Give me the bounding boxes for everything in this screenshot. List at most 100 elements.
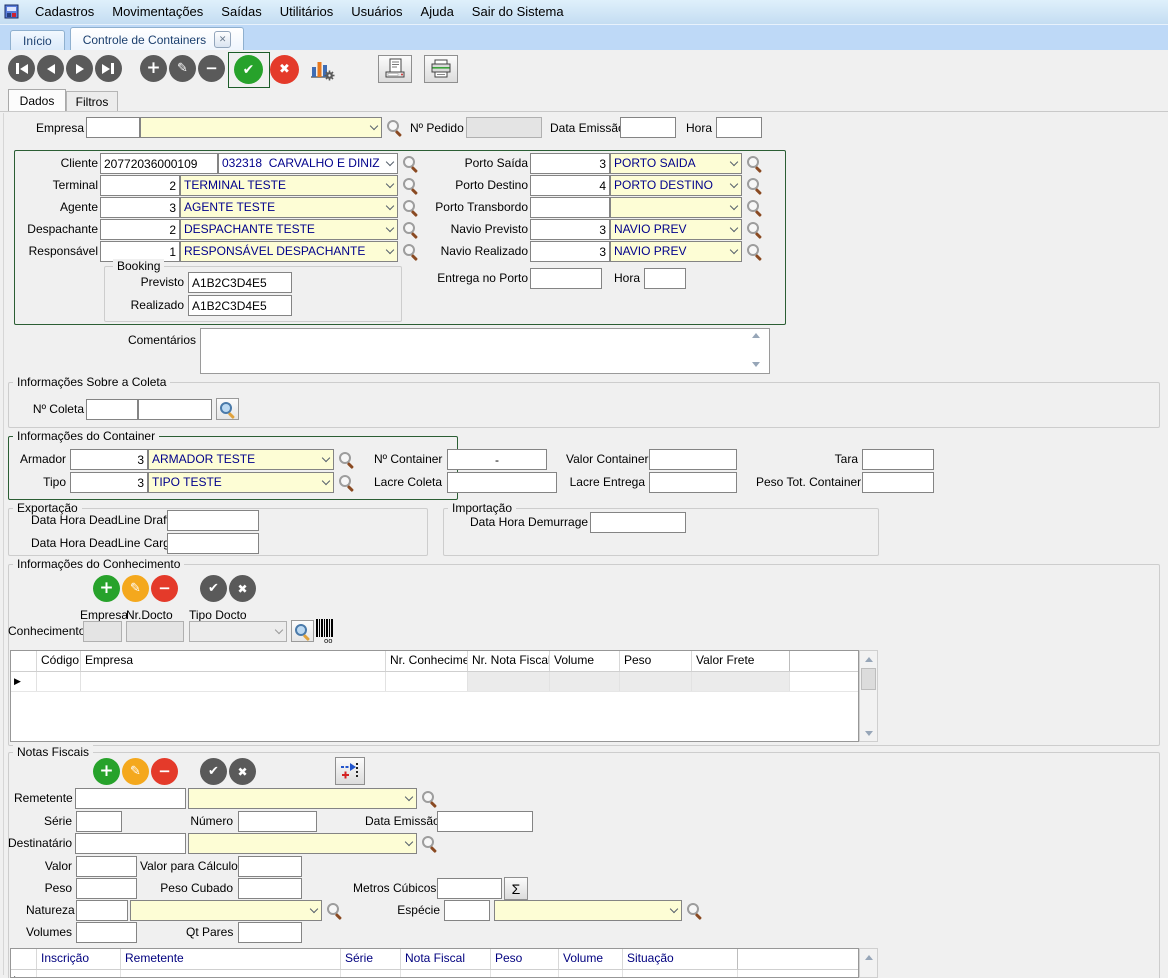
scroll-up-icon[interactable] [752, 333, 760, 338]
entrega-hora-input[interactable] [644, 268, 686, 289]
porto-destino-search-icon[interactable] [746, 177, 764, 195]
natureza-search-icon[interactable] [326, 902, 344, 920]
scrollbar-up-icon[interactable] [860, 949, 877, 965]
natureza-combo[interactable] [130, 900, 322, 921]
remetente-code-input[interactable] [75, 788, 186, 809]
chevron-down-icon[interactable] [726, 242, 741, 261]
comentarios-textarea[interactable] [200, 328, 770, 374]
n-container-input[interactable] [447, 449, 547, 470]
chevron-down-icon[interactable] [318, 473, 333, 492]
porto-transbordo-combo[interactable] [610, 197, 742, 218]
menu-item-sair[interactable]: Sair do Sistema [463, 0, 573, 24]
notas-cancel-button[interactable]: ✖ [229, 758, 256, 785]
scrollbar-thumb[interactable] [861, 668, 876, 690]
nav-last-button[interactable] [95, 55, 122, 82]
table-row[interactable]: ▶ [11, 672, 858, 692]
porto-saida-code-input[interactable] [530, 153, 610, 174]
tara-input[interactable] [862, 449, 934, 470]
notas-grid-scrollbar[interactable] [859, 948, 878, 978]
lacre-entrega-input[interactable] [649, 472, 737, 493]
menu-item-cadastros[interactable]: Cadastros [26, 0, 103, 24]
porto-saida-combo[interactable]: PORTO SAIDA [610, 153, 742, 174]
tab-dados[interactable]: Dados [8, 89, 66, 111]
notas-grid[interactable]: Inscrição Remetente Série Nota Fiscal Pe… [10, 948, 859, 978]
menu-item-usuarios[interactable]: Usuários [342, 0, 411, 24]
especie-code-input[interactable] [444, 900, 490, 921]
navio-previsto-combo[interactable]: NAVIO PREV [610, 219, 742, 240]
terminal-search-icon[interactable] [402, 177, 420, 195]
remetente-search-icon[interactable] [421, 790, 439, 808]
confirm-button[interactable]: ✔ [234, 55, 263, 84]
nav-prev-button[interactable] [37, 55, 64, 82]
empresa-combo[interactable] [140, 117, 382, 138]
destinatario-combo[interactable] [188, 833, 417, 854]
menu-item-ajuda[interactable]: Ajuda [412, 0, 463, 24]
lacre-coleta-input[interactable] [447, 472, 557, 493]
especie-combo[interactable] [494, 900, 682, 921]
conhecimento-confirm-button[interactable]: ✔ [200, 575, 227, 602]
notas-delete-button[interactable]: − [151, 758, 178, 785]
conhecimento-add-button[interactable]: + [93, 575, 120, 602]
remetente-combo[interactable] [188, 788, 417, 809]
chevron-down-icon[interactable] [666, 901, 681, 920]
despachante-code-input[interactable] [100, 219, 180, 240]
volumes-input[interactable] [76, 922, 137, 943]
tab-controle-de-containers[interactable]: Controle de Containers ✕ [70, 27, 244, 51]
peso-tot-container-input[interactable] [862, 472, 934, 493]
tipo-code-input[interactable] [70, 472, 148, 493]
destinatario-code-input[interactable] [75, 833, 186, 854]
despachante-search-icon[interactable] [402, 221, 420, 239]
notas-import-button[interactable] [335, 757, 365, 785]
chevron-down-icon[interactable] [726, 176, 741, 195]
conhecimento-search-button[interactable] [291, 620, 314, 642]
chevron-down-icon[interactable] [318, 450, 333, 469]
responsavel-combo[interactable]: RESPONSÁVEL DESPACHANTE [180, 241, 398, 262]
conhecimento-grid[interactable]: Código Empresa Nr. Conhecimento Nr. Nota… [10, 650, 859, 742]
menu-item-movimentacoes[interactable]: Movimentações [103, 0, 212, 24]
armador-combo[interactable]: ARMADOR TESTE [148, 449, 334, 470]
nav-first-button[interactable] [8, 55, 35, 82]
menu-item-utilitarios[interactable]: Utilitários [271, 0, 342, 24]
terminal-combo[interactable]: TERMINAL TESTE [180, 175, 398, 196]
tab-filtros[interactable]: Filtros [66, 91, 118, 111]
chevron-down-icon[interactable] [401, 789, 416, 808]
empresa-code-input[interactable] [86, 117, 140, 138]
destinatario-search-icon[interactable] [421, 835, 439, 853]
chevron-down-icon[interactable] [401, 834, 416, 853]
delete-record-button[interactable]: − [198, 55, 225, 82]
serie-input[interactable] [76, 811, 122, 832]
notas-add-button[interactable]: + [93, 758, 120, 785]
data-emissao-input[interactable] [620, 117, 676, 138]
deadline-draft-input[interactable] [167, 510, 259, 531]
chevron-down-icon[interactable] [366, 118, 381, 137]
notas-edit-button[interactable]: ✎ [122, 758, 149, 785]
metros-cubicos-input[interactable] [437, 878, 502, 899]
chart-config-button[interactable] [307, 55, 335, 86]
barcode-icon[interactable]: oo [316, 619, 334, 646]
navio-realizado-code-input[interactable] [530, 241, 610, 262]
chevron-down-icon[interactable] [382, 176, 397, 195]
porto-saida-search-icon[interactable] [746, 155, 764, 173]
n-coleta-search-button[interactable] [216, 398, 239, 420]
conhecimento-cancel-button[interactable]: ✖ [229, 575, 256, 602]
scroll-down-icon[interactable] [752, 362, 760, 367]
entrega-no-porto-input[interactable] [530, 268, 602, 289]
chevron-down-icon[interactable] [726, 198, 741, 217]
cliente-combo[interactable]: 032318 CARVALHO E DINIZ LTD [218, 153, 398, 174]
valor-container-input[interactable] [649, 449, 737, 470]
print-preview-button[interactable] [378, 55, 412, 83]
porto-destino-code-input[interactable] [530, 175, 610, 196]
responsavel-search-icon[interactable] [402, 243, 420, 261]
chevron-down-icon[interactable] [382, 220, 397, 239]
agente-code-input[interactable] [100, 197, 180, 218]
deadline-carga-input[interactable] [167, 533, 259, 554]
empresa-search-icon[interactable] [386, 119, 404, 137]
cliente-search-icon[interactable] [402, 155, 420, 173]
conhecimento-delete-button[interactable]: − [151, 575, 178, 602]
navio-realizado-search-icon[interactable] [746, 243, 764, 261]
booking-realizado-input[interactable] [188, 295, 292, 316]
chevron-down-icon[interactable] [382, 242, 397, 261]
porto-transbordo-code-input[interactable] [530, 197, 610, 218]
qt-pares-input[interactable] [238, 922, 302, 943]
natureza-code-input[interactable] [76, 900, 128, 921]
